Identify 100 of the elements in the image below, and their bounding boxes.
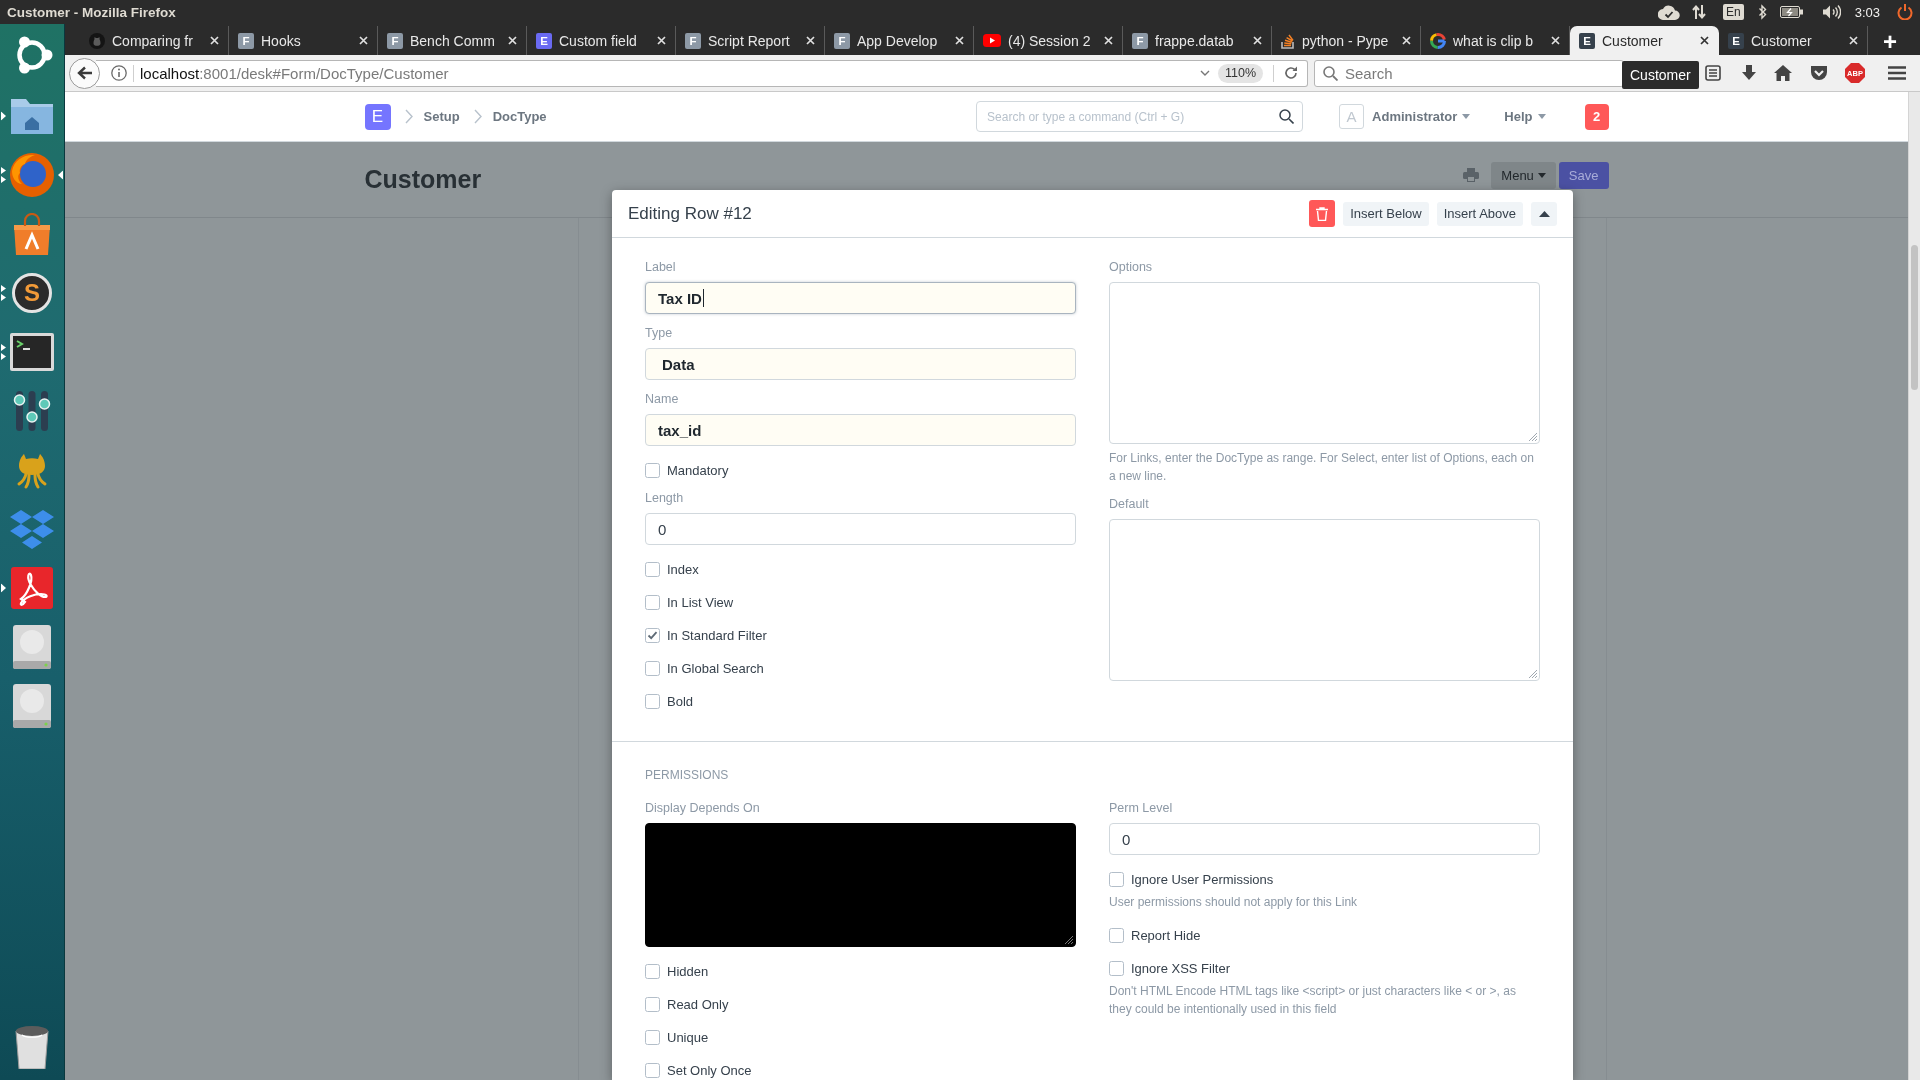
trash-icon[interactable] <box>14 1024 50 1069</box>
checkbox[interactable] <box>645 693 660 709</box>
folder-icon[interactable] <box>10 96 54 135</box>
checkbox[interactable] <box>645 462 660 478</box>
letter-disc-button[interactable]: S <box>12 272 52 313</box>
menu-icon[interactable] <box>1888 66 1906 80</box>
address-field[interactable]: localhost:8001/desk#Form/DocType/Customer 110% <box>96 59 1308 87</box>
letter-favicon: F <box>238 32 254 49</box>
checkbox-label: In List View <box>667 594 734 610</box>
arrow-left-icon <box>76 66 93 80</box>
checkbox[interactable] <box>1109 871 1124 887</box>
checkbox[interactable] <box>645 627 660 643</box>
checkbox[interactable] <box>645 660 660 676</box>
checkbox[interactable] <box>645 1029 660 1045</box>
chevron-down-icon[interactable] <box>1199 70 1210 76</box>
download-icon[interactable] <box>1742 65 1756 81</box>
field-label: Perm Level <box>1109 800 1174 817</box>
caret-up-icon <box>1538 210 1550 217</box>
checkbox-label: Report Hide <box>1131 927 1201 943</box>
close-icon[interactable] <box>1700 36 1709 45</box>
checkbox-label: Ignore User Permissions <box>1131 871 1274 887</box>
letter-favicon: E <box>536 32 552 49</box>
action-button[interactable]: Insert Below <box>1343 201 1429 226</box>
section-heading: PERMISSIONS <box>645 767 730 784</box>
resize-grip-icon[interactable] <box>1065 936 1073 944</box>
select-field[interactable]: Data <box>645 348 1076 380</box>
scrollbar[interactable] <box>1908 92 1920 1080</box>
chevron-right-icon <box>473 109 482 124</box>
collapse-button[interactable] <box>1531 201 1557 226</box>
action-button[interactable]: Insert Above <box>1436 201 1523 226</box>
globe-icon[interactable] <box>10 152 54 197</box>
menu-button[interactable]: Menu <box>1491 161 1556 189</box>
checkbox[interactable] <box>1109 927 1124 943</box>
checkbox-label: Unique <box>667 1029 709 1045</box>
breadcrumb-link[interactable]: Setup <box>423 109 460 124</box>
scrollbar-thumb[interactable] <box>1911 245 1918 390</box>
text-field[interactable]: 0 <box>1109 823 1540 855</box>
new-tab-button[interactable]: + <box>1881 29 1899 55</box>
text-field[interactable]: 0 <box>645 513 1076 545</box>
browser-tab[interactable]: E Customer <box>1570 26 1719 55</box>
power-icon[interactable] <box>1897 4 1913 20</box>
text-field[interactable]: tax_id <box>645 414 1076 446</box>
search-field[interactable]: Search <box>1314 59 1624 87</box>
field-label: Length <box>645 490 685 507</box>
zoom-level-button[interactable]: 110% <box>1217 63 1263 83</box>
app-logo[interactable]: E <box>364 103 391 130</box>
help-menu-button[interactable]: Help <box>1504 109 1546 124</box>
stacked-lines-icon <box>1281 32 1295 49</box>
tooltip: Customer <box>1622 61 1699 89</box>
field-label: Label <box>645 259 677 276</box>
modal-title: Editing Row #12 <box>628 203 753 224</box>
field-label: Options <box>1109 259 1154 276</box>
back-button[interactable] <box>69 57 100 89</box>
resize-grip-icon[interactable] <box>1529 670 1537 678</box>
reload-icon[interactable] <box>1284 66 1298 80</box>
checkbox[interactable] <box>645 1062 660 1078</box>
checkbox-label: Bold <box>667 693 694 709</box>
list-icon[interactable] <box>1705 65 1721 81</box>
cloud-icon[interactable] <box>1658 4 1680 20</box>
bluetooth-icon[interactable] <box>1757 4 1767 20</box>
info-icon[interactable] <box>111 65 127 81</box>
letter-favicon: E <box>1579 32 1595 49</box>
checkbox[interactable] <box>645 963 660 979</box>
trash-icon <box>1316 206 1329 221</box>
shopping-bag-icon[interactable] <box>12 212 52 255</box>
field-label: Type <box>645 325 674 342</box>
window-title: Customer - Mozilla Firefox <box>7 4 176 20</box>
home-icon[interactable] <box>1774 65 1792 81</box>
text-field[interactable]: Tax ID <box>645 282 1076 314</box>
caret-down-icon <box>1537 114 1546 119</box>
keyboard-layout-indicator[interactable]: En <box>1723 4 1744 20</box>
loop-tile-icon[interactable] <box>11 566 53 609</box>
user-menu-button[interactable]: Administrator <box>1372 109 1471 124</box>
drive-icon[interactable] <box>13 624 51 669</box>
volume-icon[interactable] <box>1822 5 1841 19</box>
battery-icon[interactable] <box>1779 6 1803 18</box>
clock[interactable]: 3:03 <box>1854 4 1880 20</box>
checkbox-label: Set Only Once <box>667 1062 752 1078</box>
checkbox-label: Hidden <box>667 963 709 979</box>
resize-grip-icon[interactable] <box>1529 433 1537 441</box>
breadcrumb-link[interactable]: DocType <box>492 109 547 124</box>
checkbox-label: In Global Search <box>667 660 764 676</box>
help-text: Don't HTML Encode HTML tags like <script> or just characters like < or >, as they could be intentionally used in this field <box>1109 983 1517 1018</box>
letter-favicon: F <box>1132 32 1148 49</box>
checkbox[interactable] <box>645 594 660 610</box>
page-title: Customer <box>364 165 482 194</box>
chevron-right-icon <box>404 109 413 124</box>
drive-icon[interactable] <box>13 683 51 728</box>
checkbox[interactable] <box>1109 960 1124 976</box>
sliders-icon[interactable] <box>11 388 53 433</box>
terminal-icon[interactable] <box>10 332 54 371</box>
field-label: Display Depends On <box>645 800 761 817</box>
shield-chevron-icon[interactable] <box>1810 65 1828 81</box>
transfer-arrows-icon[interactable] <box>1692 4 1706 20</box>
checkbox[interactable] <box>645 996 660 1012</box>
help-text: User permissions should not apply for this Link <box>1109 894 1359 911</box>
help-text: For Links, enter the DocType as range. For Select, enter list of Options, each on a new line. <box>1109 450 1535 485</box>
delete-button[interactable] <box>1309 200 1336 227</box>
play-button-icon <box>983 34 1001 47</box>
checkbox[interactable] <box>645 561 660 577</box>
